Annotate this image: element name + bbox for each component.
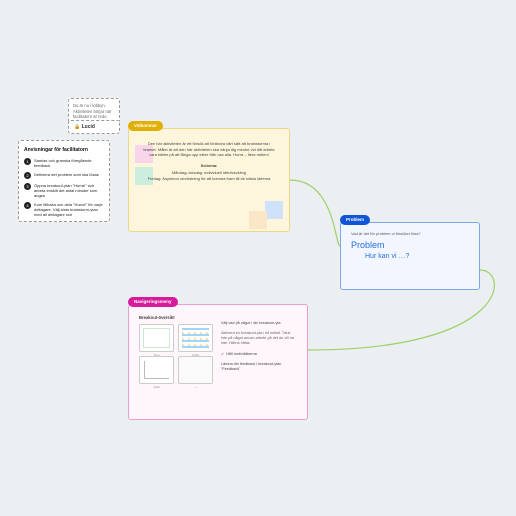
thumb-3[interactable] xyxy=(139,356,174,384)
arrow-icon: ↙ xyxy=(221,352,224,356)
canvas[interactable]: Du är nu i lobbyn. Aktiviteten börjar nä… xyxy=(0,0,516,516)
brainstorm-card[interactable]: Navigeringsmeny Breakout-översikt Välj v… xyxy=(128,304,308,420)
problem-subtitle: Hur kan vi …? xyxy=(365,252,469,261)
problem-tag: Problem xyxy=(340,215,370,225)
step-4: 4Kom tillbaka och dela "Hurra!" för varj… xyxy=(24,202,104,217)
breakout-thumbs: Breakout-översikt xyxy=(139,315,213,384)
step-badge: 1 xyxy=(24,158,31,165)
sticky-yellow xyxy=(249,211,267,229)
step-badge: 4 xyxy=(24,202,31,209)
step-badge: 3 xyxy=(24,183,31,190)
thumb-1[interactable] xyxy=(139,324,174,352)
problem-question: Vad är det för problem vi försöker lösa? xyxy=(351,231,469,236)
thumbs-title: Breakout-översikt xyxy=(139,315,213,321)
step-1: 1Samlas och granska föregående feedback xyxy=(24,158,104,168)
lucid-label: 🔒 Lucid xyxy=(74,124,95,130)
welcome-text: Den här aktiviteten är ett försök att fö… xyxy=(143,141,275,182)
brainstorm-tag: Navigeringsmeny xyxy=(128,297,178,307)
sticky-blue xyxy=(265,201,283,219)
lucid-lock: 🔒 Lucid xyxy=(68,120,120,134)
step-2: 2Definiera det problem som ska lösas xyxy=(24,172,104,179)
brainstorm-text: Välj vad på något i din breakout-yta Akt… xyxy=(221,315,297,384)
lobby-note-text: Du är nu i lobbyn. Aktiviteten börjar nä… xyxy=(73,103,111,119)
welcome-tag: Välkomna! xyxy=(128,121,163,131)
step-3: 3Öppna breakout-ytan "Hurra!" och arbeta… xyxy=(24,183,104,198)
thumb-2[interactable] xyxy=(178,324,213,352)
facilitator-instructions: Anvisningar för facilitatorn 1Samlas och… xyxy=(18,140,110,222)
step-badge: 2 xyxy=(24,172,31,179)
instructions-title: Anvisningar för facilitatorn xyxy=(24,147,104,154)
welcome-card[interactable]: Välkomna! Den här aktiviteten är ett för… xyxy=(128,128,290,232)
thumb-4[interactable] xyxy=(178,356,213,384)
problem-card[interactable]: Problem Vad är det för problem vi försök… xyxy=(340,222,480,290)
problem-title: Problem xyxy=(351,239,469,251)
